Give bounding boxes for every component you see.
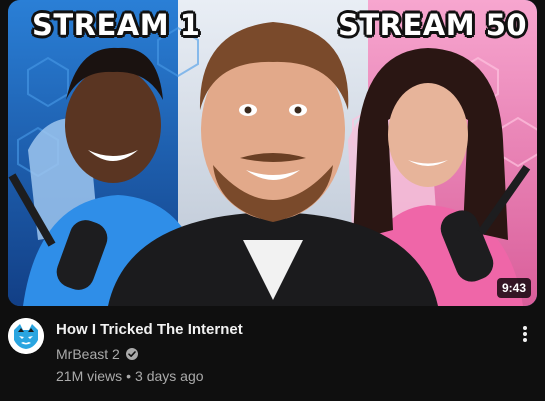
duration-badge: 9:43 [496, 278, 531, 298]
mrbeast-panther-logo-icon [8, 318, 44, 354]
video-title[interactable]: How I Tricked The Internet [56, 320, 507, 340]
stats-separator: • [126, 368, 132, 384]
channel-name[interactable]: MrBeast 2 [56, 346, 120, 362]
video-meta: How I Tricked The Internet MrBeast 2 21M… [56, 320, 507, 384]
video-stats: 21M views • 3 days ago [56, 368, 507, 384]
thumbnail-image [8, 0, 537, 306]
more-actions-button[interactable] [513, 320, 537, 348]
verified-icon [125, 347, 139, 361]
video-card[interactable]: STREAM 1 STREAM 50 9:43 How I Tricked Th… [0, 0, 545, 401]
upload-age: 3 days ago [135, 368, 204, 384]
channel-row: MrBeast 2 [56, 345, 507, 363]
view-count: 21M views [56, 368, 123, 384]
thumbnail-text-left: STREAM 1 [32, 8, 201, 42]
video-details: How I Tricked The Internet MrBeast 2 21M… [8, 318, 537, 398]
thumbnail-text-right: STREAM 50 [338, 8, 528, 42]
video-thumbnail[interactable]: STREAM 1 STREAM 50 9:43 [8, 0, 537, 306]
channel-avatar[interactable] [8, 318, 44, 354]
more-vert-icon [523, 326, 527, 342]
